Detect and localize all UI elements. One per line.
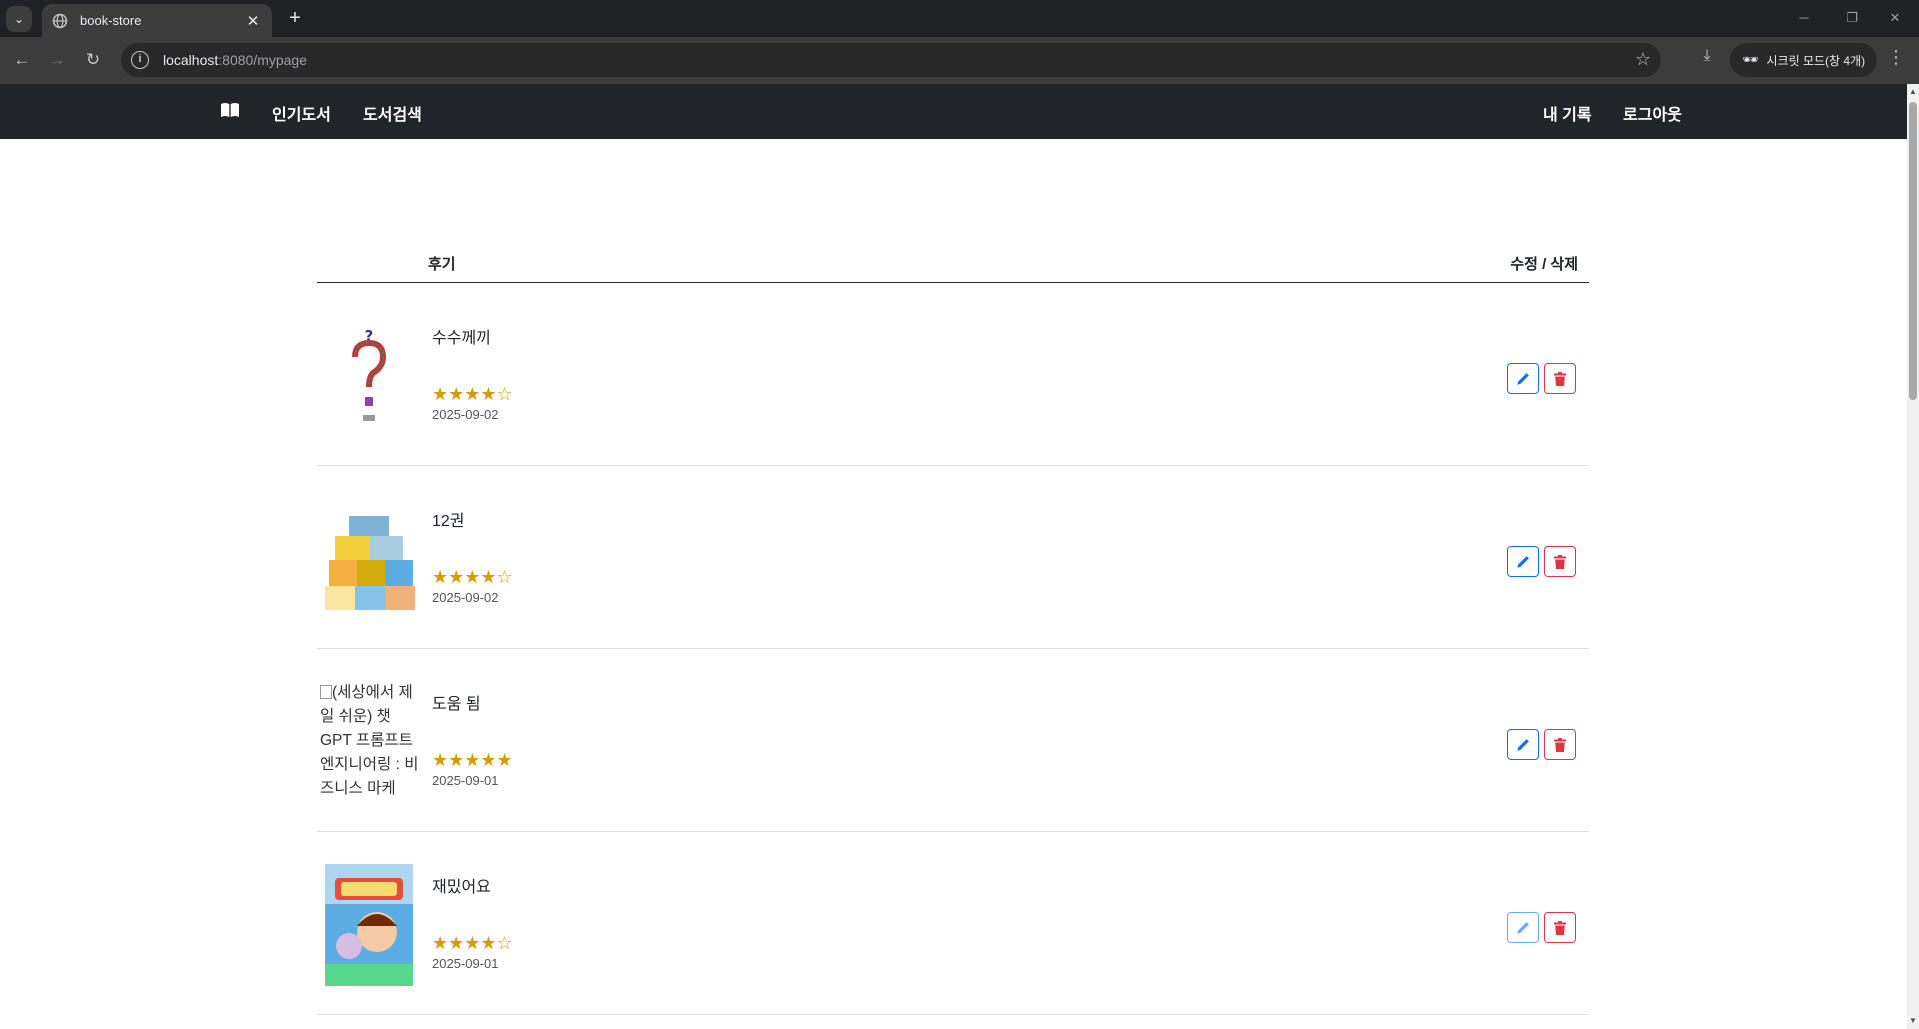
edit-button[interactable] <box>1507 363 1539 394</box>
url-path: :8080/mypage <box>218 52 307 68</box>
star-rating: ★★★★☆ <box>432 933 513 953</box>
reload-icon[interactable]: ↻ <box>80 47 106 73</box>
edit-button[interactable] <box>1507 546 1539 577</box>
review-date: 2025-09-01 <box>432 956 499 971</box>
star-rating: ★★★★☆ <box>432 384 513 404</box>
restore-button[interactable]: ❐ <box>1832 6 1872 30</box>
delete-button[interactable] <box>1544 729 1576 760</box>
trash-icon <box>1554 371 1566 386</box>
nav-link-popular[interactable]: 인기도서 <box>272 101 331 125</box>
review-date: 2025-09-01 <box>432 773 499 788</box>
close-icon[interactable]: ✕ <box>244 12 262 30</box>
incognito-icon: 🕶 <box>1742 52 1759 67</box>
review-comment: 도움 됨 <box>432 696 481 713</box>
nav-link-my-records[interactable]: 내 기록 <box>1543 101 1592 125</box>
chevron-down-icon: ⌄ <box>13 12 25 26</box>
delete-button[interactable] <box>1544 546 1576 577</box>
review-comment: 수수께끼 <box>432 330 491 347</box>
book-cover-alt-text[interactable]: (세상에서 제일 쉬운) 챗GPT 프롬프트 엔지니어링 : 비즈니스 마케 <box>320 681 420 801</box>
site-info-icon[interactable]: i <box>131 51 149 69</box>
table-row: ? 수수께끼 ★★★★☆ 2025-09-02 <box>317 283 1589 466</box>
cover-alt-text: (세상에서 제일 쉬운) 챗GPT 프롬프트 엔지니어링 : 비즈니스 마케 <box>320 684 419 797</box>
scroll-down-arrow-icon[interactable]: ▼ <box>1909 1016 1917 1026</box>
book-cover-image[interactable]: ? <box>321 315 417 437</box>
table-row: 12권 ★★★★☆ 2025-09-02 <box>317 466 1589 649</box>
pencil-icon <box>1517 372 1529 385</box>
review-date: 2025-09-02 <box>432 407 499 422</box>
pencil-icon <box>1517 921 1529 934</box>
trash-icon <box>1554 737 1566 752</box>
page-scrollbar[interactable]: ▲ ▼ <box>1907 84 1919 1029</box>
back-arrow-icon[interactable]: ← <box>9 47 35 73</box>
table-row: (세상에서 제일 쉬운) 챗GPT 프롬프트 엔지니어링 : 비즈니스 마케 도… <box>317 649 1589 832</box>
book-open-icon[interactable] <box>220 102 240 118</box>
star-rating: ★★★★★ <box>432 750 513 770</box>
trash-icon <box>1554 920 1566 935</box>
edit-button[interactable] <box>1507 912 1539 943</box>
table-header: 후기 수정 / 삭제 <box>317 249 1589 283</box>
review-table: 후기 수정 / 삭제 ? 수수께끼 ★★★★☆ 2025-09-02 12권 ★… <box>317 249 1589 1015</box>
delete-button[interactable] <box>1544 912 1576 943</box>
header-review: 후기 <box>428 256 456 273</box>
pencil-icon <box>1517 738 1529 751</box>
url-host: localhost <box>163 52 219 68</box>
tab-search-button[interactable]: ⌄ <box>6 6 32 32</box>
broken-image-icon <box>320 685 332 699</box>
address-bar[interactable]: i localhost:8080/mypage ☆ <box>121 43 1661 77</box>
incognito-label: 시크릿 모드(창 4개) <box>1766 53 1866 68</box>
book-cover-image[interactable] <box>321 498 417 620</box>
header-actions: 수정 / 삭제 <box>1510 256 1578 273</box>
table-row: 재밌어요 ★★★★☆ 2025-09-01 <box>317 832 1589 1015</box>
browser-toolbar: ← → ↻ i localhost:8080/mypage ☆ ⤓ 🕶 시크릿 … <box>0 37 1919 84</box>
book-cover-image[interactable] <box>321 864 417 986</box>
nav-link-search[interactable]: 도서검색 <box>363 101 422 125</box>
star-rating: ★★★★☆ <box>432 567 513 587</box>
minimize-button[interactable]: ─ <box>1784 6 1824 30</box>
scrollbar-thumb[interactable] <box>1909 102 1917 400</box>
pencil-icon <box>1517 555 1529 568</box>
new-tab-button[interactable]: + <box>282 6 308 32</box>
review-date: 2025-09-02 <box>432 590 499 605</box>
delete-button[interactable] <box>1544 363 1576 394</box>
review-comment: 재밌어요 <box>432 879 491 896</box>
browser-tabstrip: ⌄ book-store ✕ + ─ ❐ ✕ <box>0 0 1919 37</box>
review-comment: 12권 <box>432 513 465 530</box>
trash-icon <box>1554 554 1566 569</box>
globe-icon <box>52 13 68 28</box>
forward-arrow-icon[interactable]: → <box>44 47 70 73</box>
edit-button[interactable] <box>1507 729 1539 760</box>
window-close-button[interactable]: ✕ <box>1875 6 1915 30</box>
nav-link-logout[interactable]: 로그아웃 <box>1623 101 1682 125</box>
bookmark-star-icon[interactable]: ☆ <box>1635 49 1651 70</box>
tab-title: book-store <box>80 13 142 28</box>
download-icon[interactable]: ⤓ <box>1694 47 1720 65</box>
browser-menu-icon[interactable]: ⋮ <box>1886 47 1906 68</box>
incognito-indicator[interactable]: 🕶 시크릿 모드(창 4개) <box>1730 43 1878 77</box>
page-content: 후기 수정 / 삭제 ? 수수께끼 ★★★★☆ 2025-09-02 12권 ★… <box>0 139 1907 1029</box>
browser-tab[interactable]: book-store ✕ <box>42 4 272 37</box>
site-navbar: 인기도서 도서검색 내 기록 로그아웃 <box>0 84 1907 139</box>
scroll-up-arrow-icon[interactable]: ▲ <box>1909 87 1917 97</box>
